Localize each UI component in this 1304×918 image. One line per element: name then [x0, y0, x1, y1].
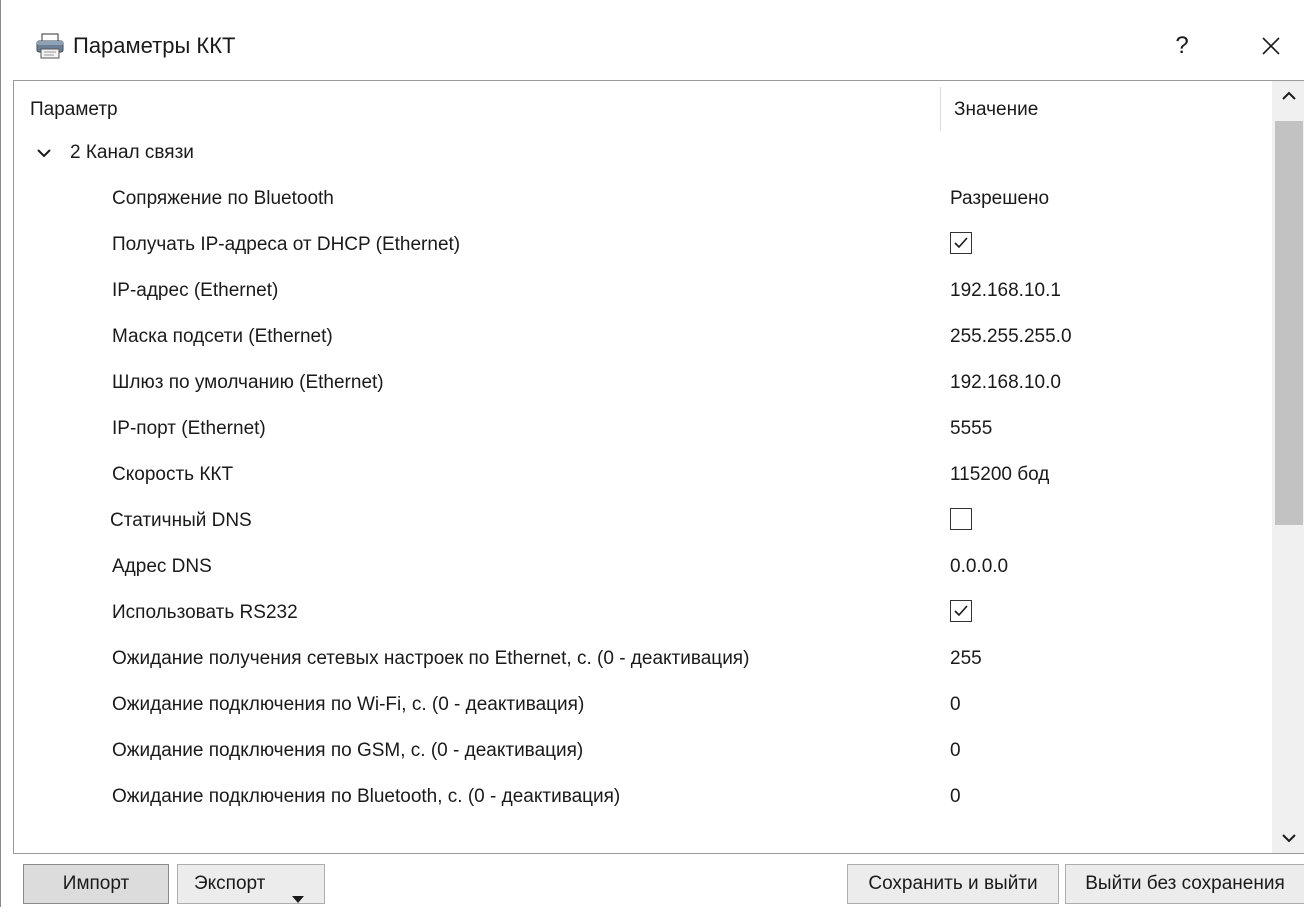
parameter-label: IP-порт (Ethernet) — [112, 418, 266, 439]
table-row[interactable]: Ожидание получения сетевых настроек по E… — [14, 637, 1272, 683]
chevron-down-icon[interactable] — [34, 143, 54, 163]
table-header: Параметр Значение — [14, 81, 1272, 131]
title-bar: Параметры ККТ ? — [1, 10, 1304, 78]
parameter-value[interactable]: 192.168.10.0 — [950, 372, 1061, 394]
parameter-value[interactable]: 0.0.0.0 — [950, 556, 1008, 578]
help-button[interactable]: ? — [1167, 28, 1197, 64]
table-row[interactable]: Сопряжение по Bluetooth Разрешено — [14, 177, 1272, 223]
table-row[interactable]: Ожидание подключения по Bluetooth, с. (0… — [14, 775, 1272, 821]
dialog-footer: Импорт Экспорт Сохранить и выйти Выйти б… — [1, 854, 1304, 907]
parameter-label: Статичный DNS — [110, 510, 252, 531]
parameter-value[interactable]: 255.255.255.0 — [950, 326, 1072, 348]
parameter-rows: 2 Канал связи Сопряжение по Bluetooth Раз… — [14, 131, 1272, 821]
exit-without-saving-button[interactable]: Выйти без сохранения — [1065, 864, 1304, 904]
parameter-label: Ожидание подключения по GSM, с. (0 - деа… — [112, 740, 584, 761]
column-header-value[interactable]: Значение — [954, 99, 1038, 121]
parameter-checkbox[interactable] — [950, 508, 972, 530]
scroll-down-button[interactable] — [1272, 823, 1304, 853]
column-divider[interactable] — [940, 87, 941, 131]
parameter-label: Скорость ККТ — [112, 464, 234, 485]
checkmark-icon — [954, 237, 968, 249]
parameter-value[interactable]: 0 — [950, 694, 961, 716]
table-row[interactable]: Ожидание подключения по Wi-Fi, с. (0 - д… — [14, 683, 1272, 729]
parameter-label: Использовать RS232 — [112, 602, 298, 623]
table-row[interactable]: IP-порт (Ethernet) 5555 — [14, 407, 1272, 453]
close-button[interactable] — [1251, 28, 1291, 64]
parameter-value[interactable]: 115200 бод — [950, 464, 1049, 486]
table-row[interactable]: Маска подсети (Ethernet) 255.255.255.0 — [14, 315, 1272, 361]
exit-without-saving-label: Выйти без сохранения — [1085, 873, 1285, 894]
group-row-channel[interactable]: 2 Канал связи — [14, 131, 1272, 177]
table-row[interactable]: Ожидание подключения по GSM, с. (0 - деа… — [14, 729, 1272, 775]
parameter-value[interactable]: 255 — [950, 648, 982, 670]
export-button[interactable]: Экспорт — [177, 864, 325, 904]
triangle-down-icon — [292, 880, 304, 918]
close-icon — [1262, 37, 1280, 55]
top-strip — [1, 0, 1304, 10]
parameter-label: Шлюз по умолчанию (Ethernet) — [112, 372, 384, 393]
scroll-up-button[interactable] — [1272, 81, 1304, 111]
parameter-label: IP-адрес (Ethernet) — [112, 280, 279, 301]
parameter-label: Маска подсети (Ethernet) — [112, 326, 333, 347]
import-button-label: Импорт — [62, 873, 130, 894]
save-and-exit-label: Сохранить и выйти — [868, 873, 1038, 894]
parameter-label: Ожидание подключения по Wi-Fi, с. (0 - д… — [112, 694, 585, 715]
table-row[interactable]: Шлюз по умолчанию (Ethernet) 192.168.10.0 — [14, 361, 1272, 407]
chevron-down-icon — [1282, 834, 1296, 843]
parameter-checkbox[interactable] — [950, 600, 972, 622]
export-button-label: Экспорт — [194, 873, 266, 894]
chevron-up-icon — [1282, 91, 1296, 100]
scroll-thumb[interactable] — [1275, 121, 1303, 525]
table-row[interactable]: Статичный DNS — [14, 499, 1272, 545]
printer-icon — [35, 33, 65, 59]
table-row[interactable]: Использовать RS232 — [14, 591, 1272, 637]
vertical-scrollbar[interactable] — [1272, 81, 1304, 853]
table-row[interactable]: Получать IP-адреса от DHCP (Ethernet) — [14, 223, 1272, 269]
save-and-exit-button[interactable]: Сохранить и выйти — [847, 864, 1059, 904]
parameter-value[interactable]: 192.168.10.1 — [950, 280, 1061, 302]
table-row[interactable]: Адрес DNS 0.0.0.0 — [14, 545, 1272, 591]
kkt-parameters-dialog: Параметры ККТ ? Параметр Значение 2 Кана… — [0, 0, 1304, 907]
parameter-label: Получать IP-адреса от DHCP (Ethernet) — [112, 234, 461, 255]
group-label: 2 Канал связи — [70, 142, 194, 163]
parameter-value[interactable]: 5555 — [950, 418, 992, 440]
window-title: Параметры ККТ — [73, 33, 236, 58]
checkmark-icon — [954, 605, 968, 617]
parameter-value[interactable]: 0 — [950, 786, 961, 808]
table-row[interactable]: IP-адрес (Ethernet) 192.168.10.1 — [14, 269, 1272, 315]
table-row[interactable]: Скорость ККТ 115200 бод — [14, 453, 1272, 499]
parameter-value[interactable]: 0 — [950, 740, 961, 762]
parameter-checkbox[interactable] — [950, 232, 972, 254]
parameters-tree: Параметр Значение 2 Канал связи Сопряжен… — [13, 80, 1304, 854]
column-header-parameter[interactable]: Параметр — [30, 99, 118, 121]
parameter-label: Адрес DNS — [112, 556, 212, 577]
parameter-label: Сопряжение по Bluetooth — [112, 188, 334, 209]
parameter-value[interactable]: Разрешено — [950, 188, 1049, 210]
import-button[interactable]: Импорт — [23, 864, 169, 904]
parameter-label: Ожидание подключения по Bluetooth, с. (0… — [112, 786, 621, 807]
parameter-label: Ожидание получения сетевых настроек по E… — [112, 648, 750, 669]
